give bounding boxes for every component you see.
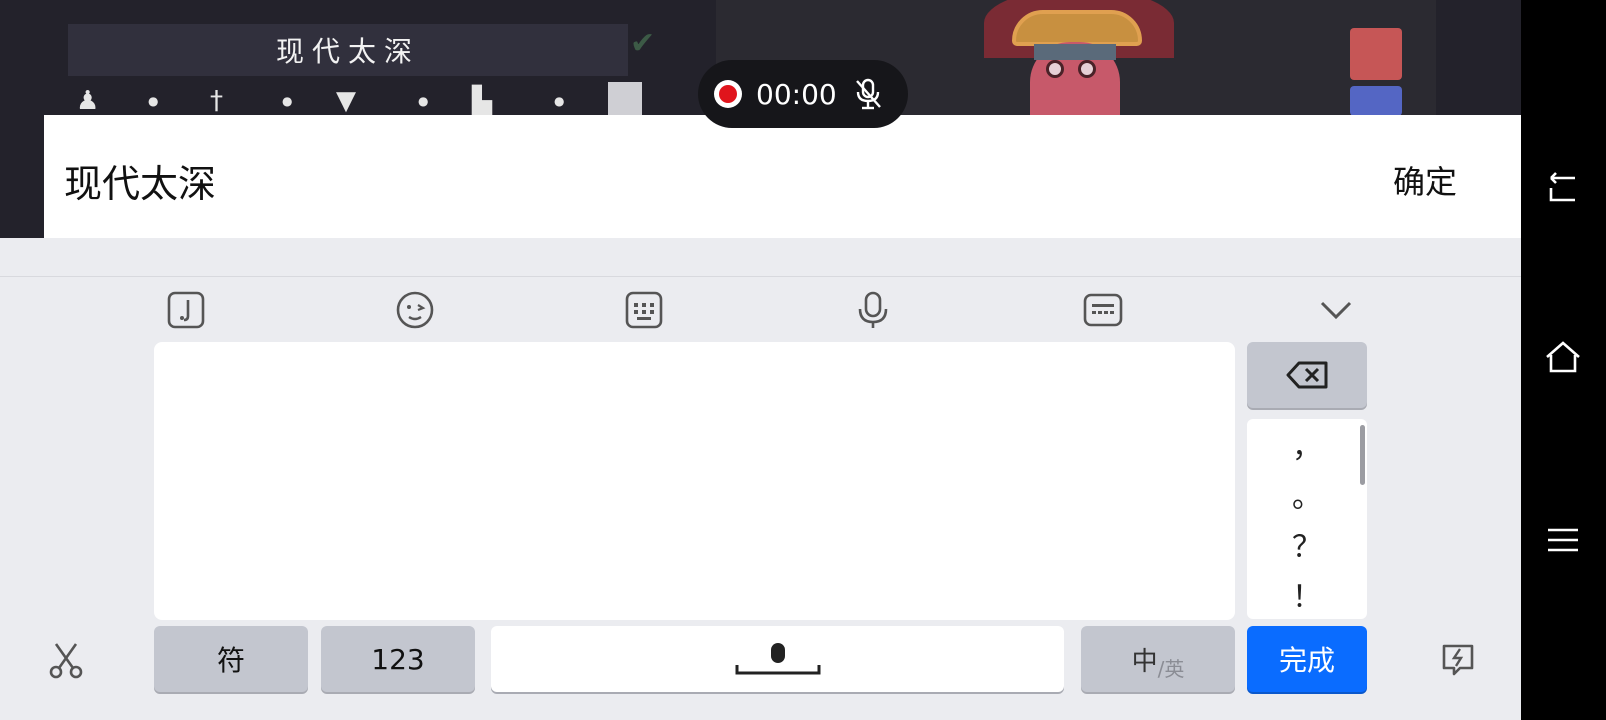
- color-swatch-red[interactable]: [1350, 28, 1402, 80]
- confirm-button[interactable]: 确定: [1393, 157, 1457, 203]
- character-toolbar: ♟ ● † ● ▼ ● ▙ ●: [70, 82, 670, 116]
- keyboard-divider: [0, 276, 1521, 277]
- separator-dot: ●: [554, 94, 565, 108]
- backspace-icon: [1286, 361, 1328, 389]
- scissors-icon[interactable]: [44, 638, 88, 682]
- done-key[interactable]: 完成: [1247, 626, 1367, 692]
- punctuation-exclamation[interactable]: ！: [1247, 569, 1367, 619]
- separator-dot: ●: [418, 94, 429, 108]
- separator-dot: ●: [148, 94, 159, 108]
- space-key[interactable]: [491, 626, 1064, 692]
- recording-time: 00:00: [756, 77, 837, 111]
- emoji-icon[interactable]: [393, 288, 437, 332]
- check-icon[interactable]: ✔: [630, 26, 655, 61]
- menu-icon[interactable]: [1541, 518, 1585, 562]
- keyboard: ， 。 ？ ！ 符 123 中 /英 完成: [0, 238, 1521, 720]
- punctuation-comma[interactable]: ，: [1247, 419, 1367, 469]
- text-input[interactable]: 现代太深: [64, 153, 216, 208]
- helmet-band: [1012, 10, 1142, 46]
- record-dot-icon[interactable]: [714, 80, 742, 108]
- person-icon[interactable]: ♟: [76, 86, 99, 116]
- number-key[interactable]: 123: [321, 626, 475, 692]
- home-icon[interactable]: [1541, 335, 1585, 379]
- keyboard-layout-icon[interactable]: [622, 288, 666, 332]
- system-nav-bar: [1521, 0, 1606, 720]
- separator-dot: ●: [282, 94, 293, 108]
- microphone-icon[interactable]: [851, 288, 895, 332]
- language-main-label: 中: [1131, 646, 1158, 677]
- space-mic-icon: [735, 643, 820, 675]
- shirt-icon[interactable]: ▼: [336, 86, 356, 116]
- character-eye: [1046, 60, 1064, 78]
- mic-muted-icon[interactable]: [853, 77, 883, 111]
- punctuation-question[interactable]: ？: [1247, 519, 1367, 569]
- punctuation-scrollbar[interactable]: [1360, 425, 1365, 485]
- helmet-visor: [1034, 44, 1116, 60]
- music-icon[interactable]: [164, 288, 208, 332]
- character-eye: [1078, 60, 1096, 78]
- color-swatch-blue[interactable]: [1350, 86, 1402, 116]
- backspace-key[interactable]: [1247, 342, 1367, 408]
- punctuation-period[interactable]: 。: [1247, 469, 1367, 519]
- quick-reply-icon[interactable]: [1436, 638, 1480, 682]
- input-header: 现代太深 确定: [44, 115, 1521, 238]
- language-sub-label: /英: [1157, 656, 1185, 681]
- screen-recorder-pill[interactable]: 00:00: [698, 60, 908, 128]
- sword-icon[interactable]: †: [210, 86, 223, 116]
- language-switch-key[interactable]: 中 /英: [1081, 626, 1235, 692]
- character-name-box[interactable]: 现代太深: [68, 24, 628, 76]
- collapse-chevron-icon[interactable]: [1314, 288, 1358, 332]
- stats-icon[interactable]: ▙: [472, 86, 492, 116]
- subtitle-keyboard-icon[interactable]: [1081, 288, 1125, 332]
- handwriting-area[interactable]: [154, 342, 1235, 620]
- symbol-key[interactable]: 符: [154, 626, 308, 692]
- save-icon[interactable]: [608, 82, 642, 116]
- back-icon[interactable]: [1541, 166, 1585, 210]
- punctuation-list[interactable]: ， 。 ？ ！: [1247, 419, 1367, 619]
